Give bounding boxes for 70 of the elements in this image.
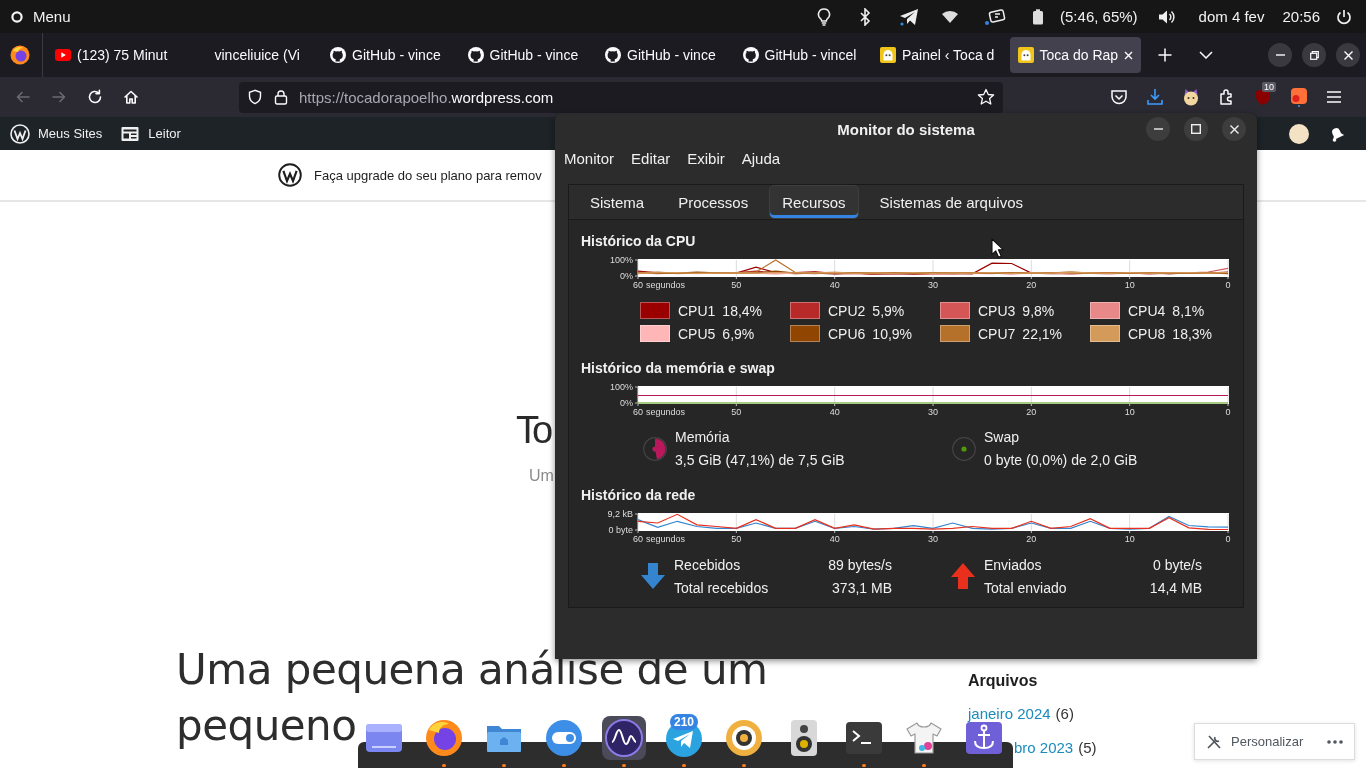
axis-label: 0 byte (608, 525, 633, 535)
legend-rate: 89 bytes/s (828, 556, 892, 573)
axis-label: 50 (731, 407, 742, 417)
axis-label: 100% (609, 382, 633, 392)
axis-title: segundos (646, 280, 686, 290)
upgrade-notice: Faça upgrade do seu plano para remov (314, 167, 542, 183)
axis-label: 9,2 kB (607, 509, 633, 519)
legend-reading: 3,5 GiB (47,1%) de 7,5 GiB (675, 451, 845, 470)
axis-label: 20 (1026, 534, 1037, 544)
section-title: Histórico da CPU (581, 232, 696, 250)
axis-label: 30 (928, 280, 938, 290)
axis-label: 50 (731, 534, 742, 544)
axis-label: 40 (829, 407, 840, 417)
axis-label: 50 (731, 280, 742, 290)
legend-total: 14,4 MB (1149, 579, 1202, 596)
cpu-name: CPU7 (978, 325, 1016, 342)
widget-heading: Arquivos (968, 672, 1038, 690)
axis-label: 60 (633, 534, 643, 544)
cpu-reading: 9,8% (1022, 302, 1055, 319)
cpu-reading: 5,9% (872, 302, 905, 319)
axis-label: 0% (620, 398, 633, 408)
axis-label: 40 (829, 280, 840, 290)
axis-label: 60 (633, 280, 643, 290)
axis-label: 30 (928, 407, 938, 417)
cpu-name: CPU3 (978, 302, 1016, 319)
post-count: (6) (1055, 704, 1074, 724)
axis-title: segundos (646, 407, 686, 417)
axis-label: 10 (1124, 534, 1135, 544)
legend-name: Recebidos (674, 556, 741, 573)
section-title: Histórico da memória e swap (581, 359, 775, 377)
legend-name: Total recebidos (674, 579, 769, 596)
section-title: Histórico da rede (581, 486, 696, 504)
axis-label: 0% (620, 271, 633, 281)
axis-label: 0 (1225, 407, 1231, 417)
post-count: (5) (1078, 738, 1097, 758)
cpu-name: CPU8 (1128, 325, 1166, 342)
battery-status: (5:46, 65%) (1060, 8, 1138, 25)
cpu-reading: 18,4% (722, 302, 763, 319)
site-tagline: Um (529, 466, 554, 486)
cpu-reading: 6,9% (722, 325, 755, 342)
axis-label: 30 (928, 534, 938, 544)
legend-name: Swap (984, 428, 1020, 447)
axis-label: 0 (1225, 534, 1231, 544)
axis-label: 0 (1225, 280, 1231, 290)
cpu-reading: 8,1% (1172, 302, 1205, 319)
cpu-reading: 10,9% (872, 325, 913, 342)
axis-label: 10 (1124, 280, 1135, 290)
cpu-name: CPU5 (678, 325, 716, 342)
axis-label: 20 (1026, 407, 1037, 417)
cpu-name: CPU6 (828, 325, 866, 342)
legend-name: Memória (675, 428, 730, 447)
badge-count: 10 (1262, 82, 1276, 92)
axis-label: 40 (829, 534, 840, 544)
badge-count: 210 (670, 714, 699, 730)
window-title: Monitor do sistema (837, 120, 975, 138)
axis-title: segundos (646, 534, 686, 544)
legend-name: Enviados (984, 556, 1042, 573)
axis-label: 100% (609, 255, 633, 265)
legend-reading: 0 byte (0,0%) de 2,0 GiB (984, 451, 1138, 470)
cpu-reading: 22,1% (1022, 325, 1063, 342)
legend-total: 373,1 MB (832, 579, 892, 596)
axis-label: 60 (633, 407, 643, 417)
cpu-name: CPU2 (828, 302, 866, 319)
legend-rate: 0 byte/s (1152, 556, 1202, 573)
cpu-name: CPU1 (678, 302, 716, 319)
axis-label: 20 (1026, 280, 1037, 290)
legend-name: Total enviado (984, 579, 1067, 596)
axis-label: 10 (1124, 407, 1135, 417)
cpu-name: CPU4 (1128, 302, 1166, 319)
cpu-reading: 18,3% (1172, 325, 1213, 342)
